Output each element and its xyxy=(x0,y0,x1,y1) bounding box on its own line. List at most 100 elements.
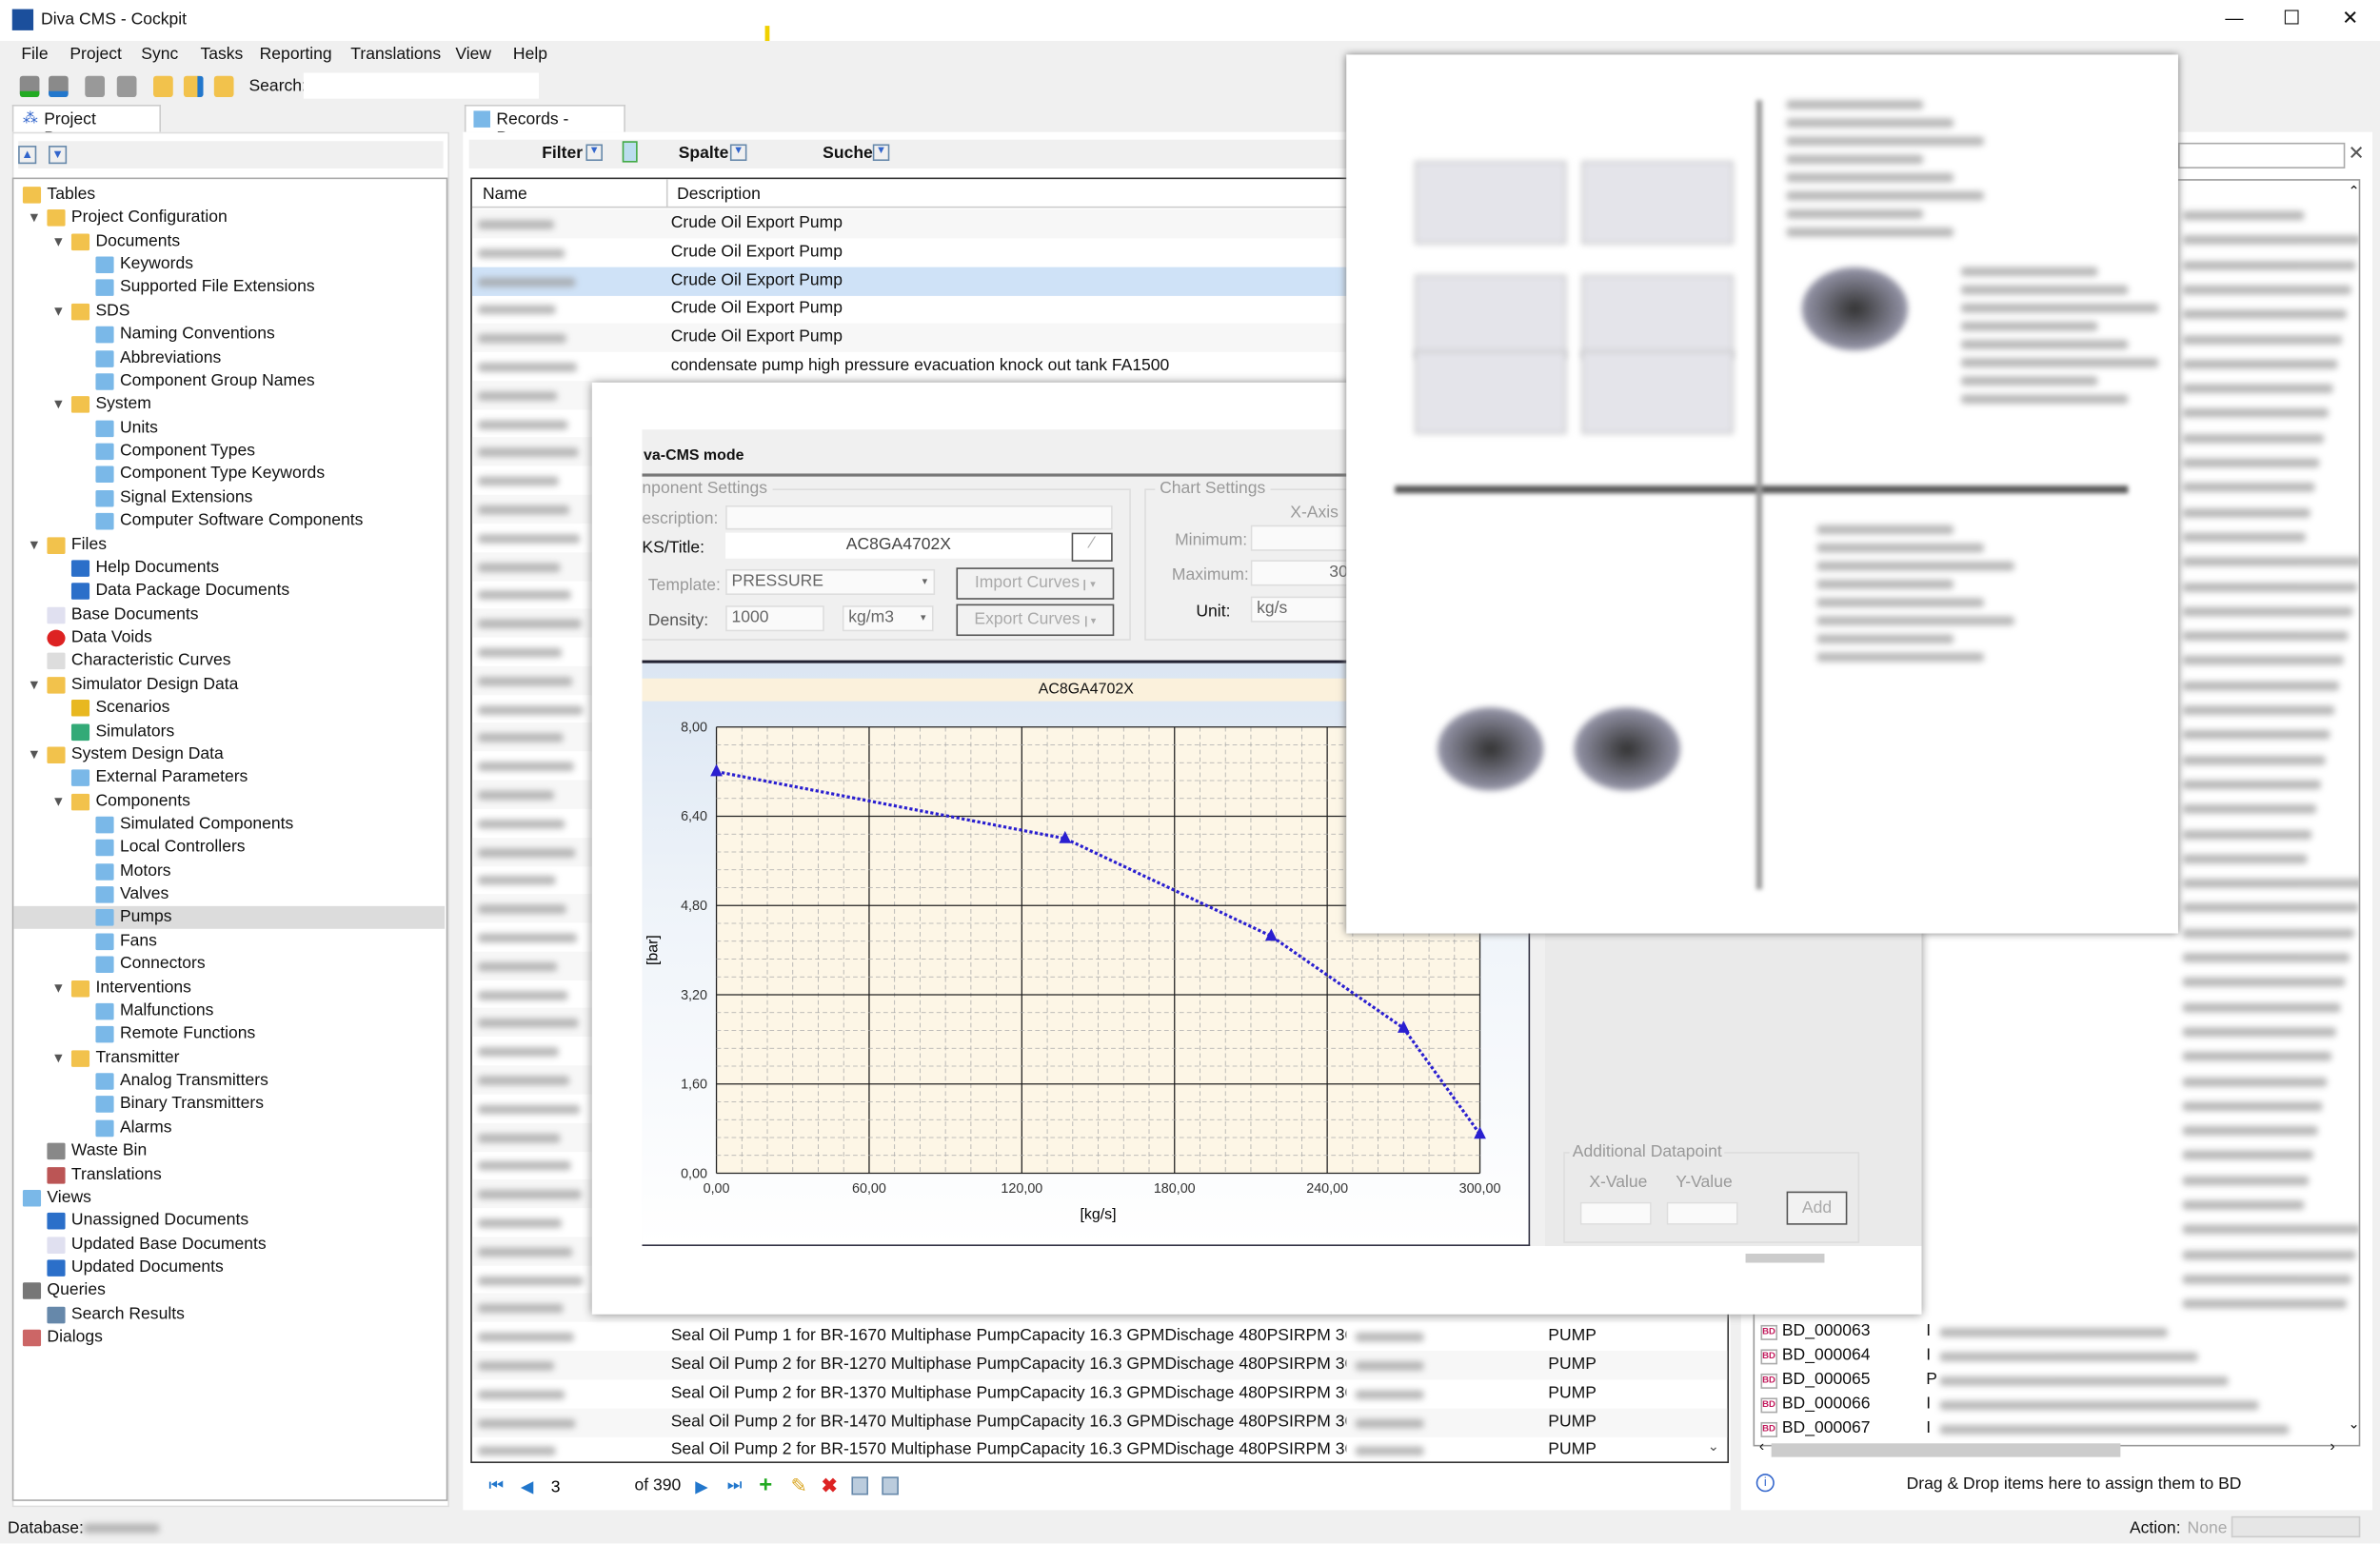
scroll-right-icon[interactable]: › xyxy=(2330,1438,2334,1455)
bd-item[interactable]: BD_000067 xyxy=(1782,1419,1871,1437)
template-select[interactable]: PRESSURE ▾ xyxy=(725,568,936,596)
tree-item[interactable]: Component Type Keywords xyxy=(13,464,445,486)
tree-item[interactable]: Local Controllers xyxy=(13,837,445,860)
tree-item[interactable]: Remote Functions xyxy=(13,1023,445,1046)
tree-item[interactable]: ▼ System Design Data xyxy=(13,743,445,766)
expand-arrow-icon[interactable]: ▼ xyxy=(51,230,65,253)
tree-item[interactable]: ▼ Simulator Design Data xyxy=(13,674,445,697)
density-input[interactable]: 1000 xyxy=(725,605,824,632)
menu-translations[interactable]: Translations xyxy=(350,46,441,64)
filter-dropdown-button[interactable]: ▼ xyxy=(585,144,603,162)
expand-arrow-icon[interactable]: ▼ xyxy=(28,743,41,766)
menu-view[interactable]: View xyxy=(455,46,491,64)
tree-item[interactable]: Abbreviations xyxy=(13,346,445,369)
tree-item[interactable]: Characteristic Curves xyxy=(13,650,445,673)
tree-item[interactable]: Updated Documents xyxy=(13,1257,445,1279)
column-chooser-icon[interactable] xyxy=(622,141,638,163)
tree-item[interactable]: Base Documents xyxy=(13,604,445,626)
expand-arrow-icon[interactable]: ▼ xyxy=(51,1047,65,1070)
tree-item[interactable]: Queries xyxy=(13,1280,445,1303)
db-add-icon[interactable] xyxy=(19,75,40,98)
bd-item[interactable]: BD_000066 xyxy=(1782,1395,1871,1413)
tree-item[interactable]: Data Voids xyxy=(13,627,445,650)
tree-item[interactable]: Waste Bin xyxy=(13,1140,445,1163)
tab-records-pumps[interactable]: Records - Pumps xyxy=(464,105,625,148)
search-input[interactable] xyxy=(303,72,540,99)
edit-title-button[interactable]: ⁄ xyxy=(1071,532,1113,562)
first-page-icon[interactable]: ⏮ xyxy=(488,1476,504,1496)
search-dropdown-button[interactable]: ▼ xyxy=(872,144,890,162)
tree-item[interactable]: Valves xyxy=(13,883,445,906)
y-value-input[interactable] xyxy=(1666,1201,1738,1225)
tree-item[interactable]: Updated Base Documents xyxy=(13,1234,445,1257)
tree-item[interactable]: ▼ Transmitter xyxy=(13,1047,445,1070)
expand-arrow-icon[interactable]: ▼ xyxy=(51,393,65,416)
expand-arrow-icon[interactable]: ▼ xyxy=(51,790,65,813)
tree-item[interactable]: Search Results xyxy=(13,1303,445,1326)
next-page-icon[interactable]: ▶ xyxy=(695,1476,708,1496)
tree-item[interactable]: Tables xyxy=(13,184,445,207)
collapse-all-button[interactable]: ▲ xyxy=(18,146,37,165)
tree-item[interactable]: Binary Transmitters xyxy=(13,1094,445,1117)
folder-forward-icon[interactable] xyxy=(213,75,234,98)
horizontal-scrollbar[interactable] xyxy=(1771,1443,2121,1457)
tree-item[interactable]: Unassigned Documents xyxy=(13,1210,445,1233)
edit-record-icon[interactable]: ✎ xyxy=(791,1474,807,1498)
bd-item[interactable]: BD_000064 xyxy=(1782,1346,1871,1364)
title-input[interactable]: AC8GA4702X xyxy=(725,532,1072,559)
dialog-scrollbar[interactable] xyxy=(1745,1253,1825,1263)
menu-file[interactable]: File xyxy=(21,46,48,64)
tree-item[interactable]: Simulated Components xyxy=(13,814,445,837)
tree-item[interactable]: ▼ Interventions xyxy=(13,977,445,1000)
expand-arrow-icon[interactable]: ▼ xyxy=(51,300,65,323)
menu-sync[interactable]: Sync xyxy=(141,46,178,64)
close-button[interactable]: ✕ xyxy=(2342,6,2358,30)
export-curves-button[interactable]: Export Curves ▾ xyxy=(956,604,1115,637)
table-row[interactable]: Seal Oil Pump 2 for BR-1370 Multiphase P… xyxy=(472,1379,1728,1408)
tree-item[interactable]: ▼ System xyxy=(13,393,445,416)
tree-item[interactable]: Component Types xyxy=(13,440,445,463)
scroll-down-icon[interactable]: ⌄ xyxy=(2349,1416,2360,1434)
tree-item[interactable]: Component Group Names xyxy=(13,370,445,393)
tab-project-browser[interactable]: ⁂ Project Browser xyxy=(11,105,162,148)
column-header-description[interactable]: Description xyxy=(665,179,761,208)
tree-item[interactable]: ▼ Documents xyxy=(13,230,445,253)
delete-record-icon[interactable]: ✖ xyxy=(822,1474,838,1498)
tree-item[interactable]: Pumps xyxy=(13,906,446,930)
tree-item[interactable]: Fans xyxy=(13,930,445,953)
tree-item[interactable]: Signal Extensions xyxy=(13,486,445,509)
column-header-name[interactable]: Name xyxy=(483,186,527,204)
last-page-icon[interactable]: ⏭ xyxy=(727,1476,743,1496)
maximize-button[interactable]: ☐ xyxy=(2283,6,2301,30)
tree-item[interactable]: Help Documents xyxy=(13,557,445,580)
tree-item[interactable]: ▼ Project Configuration xyxy=(13,207,445,229)
bd-item[interactable]: BD_000063 xyxy=(1782,1322,1871,1340)
tree-item[interactable]: Dialogs xyxy=(13,1327,445,1350)
db-export-icon[interactable] xyxy=(116,75,137,98)
import-curves-button[interactable]: Import Curves ▾ xyxy=(956,567,1115,600)
page-input[interactable] xyxy=(550,1474,623,1500)
bd-search-input[interactable] xyxy=(2177,142,2346,168)
clear-search-icon[interactable]: ✕ xyxy=(2349,141,2365,166)
tree-item[interactable]: Computer Software Components xyxy=(13,510,445,533)
add-datapoint-button[interactable]: Add xyxy=(1786,1191,1848,1225)
menu-reporting[interactable]: Reporting xyxy=(260,46,332,64)
folder-back-icon[interactable] xyxy=(153,75,173,98)
table-row[interactable]: Seal Oil Pump 2 for BR-1270 Multiphase P… xyxy=(471,1351,1728,1380)
folder-help-icon[interactable] xyxy=(183,75,204,98)
db-refresh-icon[interactable] xyxy=(49,75,69,98)
menu-help[interactable]: Help xyxy=(513,46,547,64)
add-record-icon[interactable]: + xyxy=(759,1473,772,1498)
expand-arrow-icon[interactable]: ▼ xyxy=(28,207,41,229)
table-row[interactable]: Seal Oil Pump 2 for BR-1470 Multiphase P… xyxy=(471,1407,1728,1437)
expand-arrow-icon[interactable]: ▼ xyxy=(51,977,65,1000)
tree-item[interactable]: Data Package Documents xyxy=(13,581,445,604)
tree-item[interactable]: Connectors xyxy=(13,954,445,977)
tree-item[interactable]: Supported File Extensions xyxy=(13,277,445,300)
scroll-left-icon[interactable]: ‹ xyxy=(1759,1438,1764,1455)
expand-arrow-icon[interactable]: ▼ xyxy=(28,534,41,557)
tree-item[interactable]: Analog Transmitters xyxy=(13,1070,445,1093)
tree-item[interactable]: Keywords xyxy=(13,253,445,276)
tree-item[interactable]: ▼ SDS xyxy=(13,300,445,323)
tree-item[interactable]: ▼ Files xyxy=(13,534,445,557)
